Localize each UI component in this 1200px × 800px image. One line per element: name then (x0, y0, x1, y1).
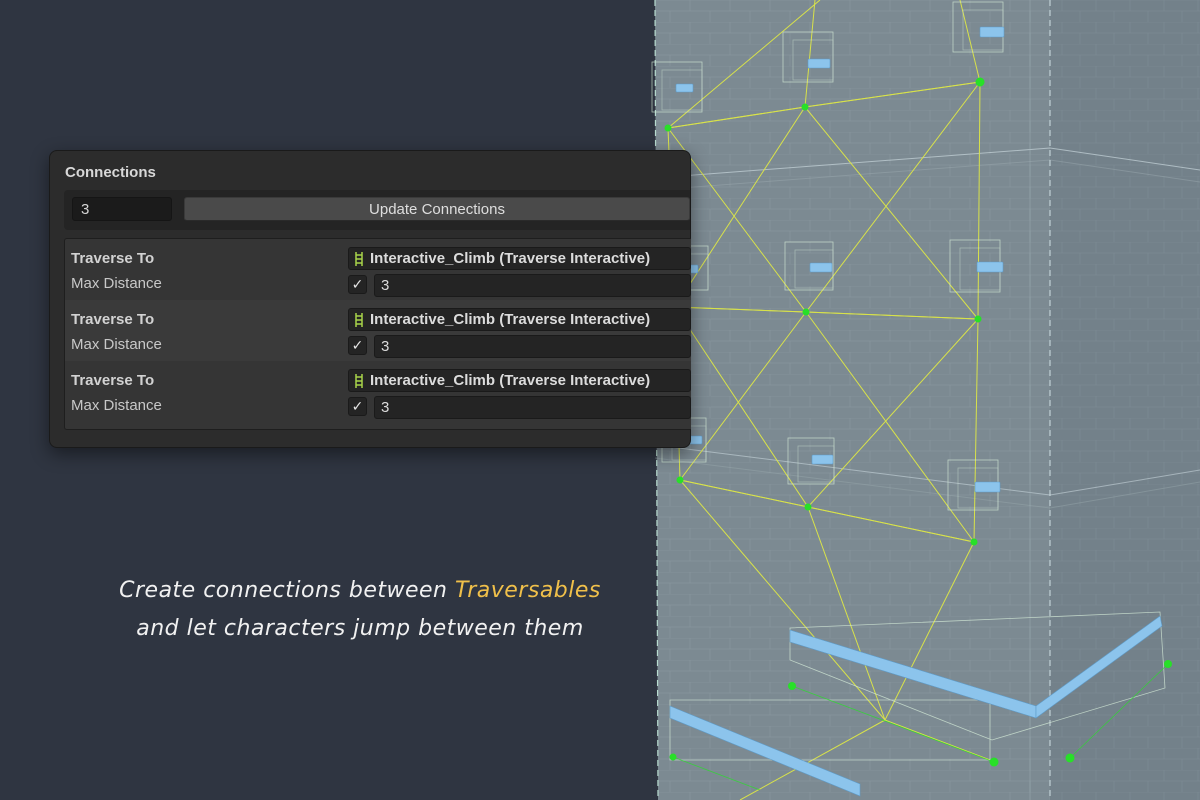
checkmark-icon: ✓ (351, 276, 364, 292)
caption-highlight: Traversables (455, 578, 601, 603)
ladder-icon (355, 374, 363, 388)
traverse-target-value: Interactive_Climb (Traverse Interactive) (370, 372, 651, 389)
panel-title: Connections (65, 164, 156, 181)
feature-caption: Create connections between Traversables … (60, 572, 660, 648)
ladder-icon (355, 252, 363, 266)
caption-line-1: Create connections between Traversables (60, 572, 660, 610)
connections-list: Traverse To Interactive_Climb (Traverse … (64, 238, 691, 430)
traverse-to-label: Traverse To (71, 372, 155, 389)
connections-toolbar: 3 Update Connections (64, 190, 690, 230)
connection-row: Traverse To Interactive_Climb (Traverse … (65, 300, 691, 361)
connection-count-input[interactable]: 3 (72, 197, 172, 221)
ladder-icon (355, 313, 363, 327)
traverse-target-value: Interactive_Climb (Traverse Interactive) (370, 250, 651, 267)
max-distance-input[interactable]: 3 (374, 335, 691, 358)
connections-panel: Connections 3 Update Connections Travers… (49, 150, 691, 448)
max-distance-label: Max Distance (71, 336, 162, 353)
traverse-target-field[interactable]: Interactive_Climb (Traverse Interactive) (348, 369, 691, 392)
max-distance-checkbox[interactable]: ✓ (348, 336, 367, 355)
max-distance-checkbox[interactable]: ✓ (348, 397, 367, 416)
traverse-to-label: Traverse To (71, 250, 155, 267)
traverse-target-field[interactable]: Interactive_Climb (Traverse Interactive) (348, 247, 691, 270)
checkmark-icon: ✓ (351, 337, 364, 353)
connection-row: Traverse To Interactive_Climb (Traverse … (65, 239, 691, 300)
checkmark-icon: ✓ (351, 398, 364, 414)
connection-row: Traverse To Interactive_Climb (Traverse … (65, 361, 691, 422)
max-distance-input[interactable]: 3 (374, 274, 691, 297)
max-distance-label: Max Distance (71, 397, 162, 414)
max-distance-label: Max Distance (71, 275, 162, 292)
traverse-to-label: Traverse To (71, 311, 155, 328)
caption-line-1-text: Create connections between (119, 578, 455, 603)
caption-line-2: and let characters jump between them (136, 616, 584, 641)
traverse-target-value: Interactive_Climb (Traverse Interactive) (370, 311, 651, 328)
traverse-target-field[interactable]: Interactive_Climb (Traverse Interactive) (348, 308, 691, 331)
max-distance-input[interactable]: 3 (374, 396, 691, 419)
max-distance-checkbox[interactable]: ✓ (348, 275, 367, 294)
update-connections-button[interactable]: Update Connections (184, 197, 690, 221)
